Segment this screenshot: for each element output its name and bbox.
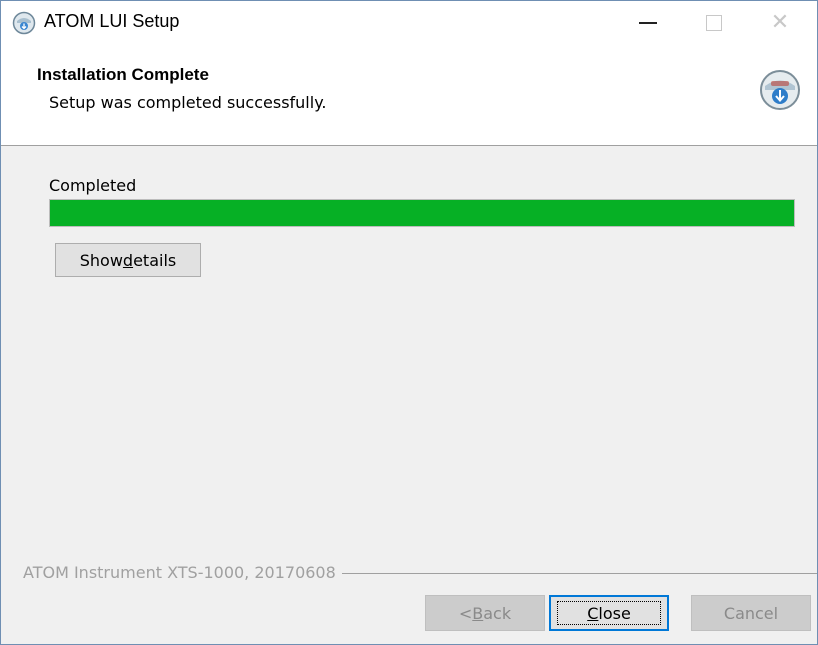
back-button[interactable]: < Back xyxy=(425,595,545,631)
close-window-button[interactable]: ✕ xyxy=(747,1,813,45)
close-button-focus: Close xyxy=(557,601,661,625)
progress-fill xyxy=(50,200,794,226)
page-subtitle: Setup was completed successfully. xyxy=(49,93,327,112)
show-details-accel: d xyxy=(122,250,134,270)
close-button[interactable]: Close xyxy=(549,595,669,631)
install-progress-bar xyxy=(49,199,795,227)
cancel-button[interactable]: Cancel xyxy=(691,595,811,631)
close-accel: C xyxy=(587,603,599,623)
show-details-label-post: etails xyxy=(133,250,177,270)
show-details-button[interactable]: Show d etails xyxy=(55,243,201,277)
minimize-icon xyxy=(639,22,657,24)
minimize-button[interactable] xyxy=(615,1,681,45)
installer-app-icon xyxy=(12,11,36,35)
installer-header-icon xyxy=(760,70,800,110)
close-icon: ✕ xyxy=(770,10,790,35)
title-bar[interactable]: ATOM LUI Setup ✕ xyxy=(1,1,817,45)
back-label-pre: < xyxy=(458,603,473,623)
show-details-label-pre: Show xyxy=(79,250,123,270)
setup-window: ATOM LUI Setup ✕ Installation Complete S… xyxy=(0,0,818,645)
window-title: ATOM LUI Setup xyxy=(44,11,180,31)
progress-status-label: Completed xyxy=(49,176,137,195)
maximize-icon xyxy=(706,15,722,31)
close-label-post: lose xyxy=(598,603,631,623)
page-title: Installation Complete xyxy=(37,65,209,84)
wizard-header: Installation Complete Setup was complete… xyxy=(1,45,817,146)
back-label-post: ack xyxy=(483,603,512,623)
branding-text: ATOM Instrument XTS-1000, 20170608 xyxy=(23,563,342,582)
maximize-button[interactable] xyxy=(681,1,747,45)
back-accel: B xyxy=(472,603,484,623)
